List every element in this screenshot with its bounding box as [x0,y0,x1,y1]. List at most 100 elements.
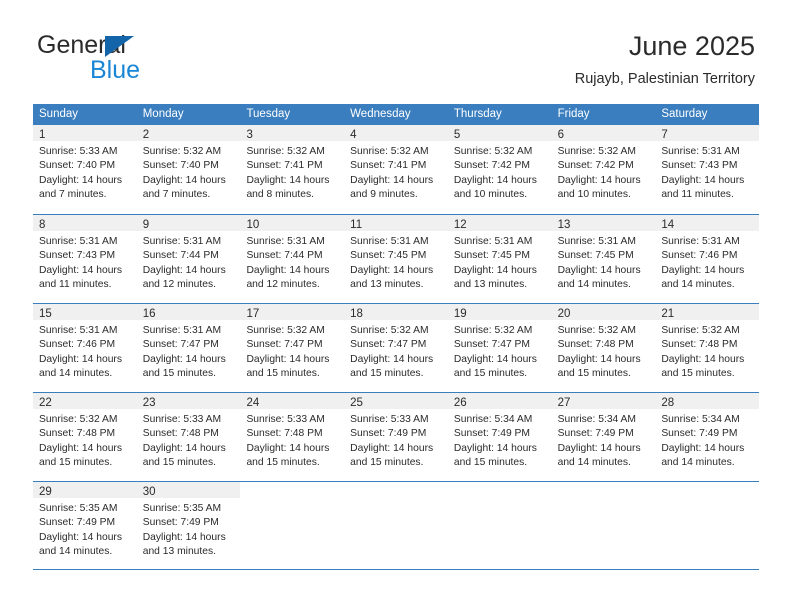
sunrise-text: Sunrise: 5:31 AM [142,325,222,336]
calendar-week-row: 29 Sunrise: 5:35 AM Sunset: 7:49 PM Dayligh… [33,481,760,570]
sunrise-text: Sunrise: 5:32 AM [557,325,637,336]
daylight-text-line2: and 15 minutes. [142,457,216,469]
daylight-text-line2: and 13 minutes. [142,546,216,558]
day-number-band [551,482,656,498]
daylight-text-line1: Daylight: 14 hours [142,531,226,543]
weekday-header-tuesday: Tuesday [246,108,291,120]
day-details: Sunrise: 5:31 AM Sunset: 7:46 PM Daylight:… [655,231,759,293]
daylight-text-line1: Daylight: 14 hours [661,264,745,276]
daylight-text-line1: Daylight: 14 hours [453,174,537,186]
weekday-header-thursday: Thursday [453,108,502,120]
day-number: 27 [557,397,571,409]
day-number: 1 [39,129,46,141]
sunrise-text: Sunrise: 5:31 AM [39,325,118,336]
day-cell[interactable]: 5 Sunrise: 5:32 AM Sunset: 7:42 PM Daylight… [447,125,552,214]
day-cell[interactable]: 22 Sunrise: 5:32 AM Sunset: 7:48 PM Dayligh… [33,393,137,481]
daylight-text-line1: Daylight: 14 hours [246,353,330,365]
day-cell[interactable]: 26 Sunrise: 5:34 AM Sunset: 7:49 PM Dayligh… [447,393,552,481]
daylight-text-line1: Daylight: 14 hours [661,353,745,365]
day-cell[interactable]: 27 Sunrise: 5:34 AM Sunset: 7:49 PM Dayligh… [551,393,656,481]
day-cell[interactable]: 30 Sunrise: 5:35 AM Sunset: 7:49 PM Dayligh… [136,482,241,569]
day-details: Sunrise: 5:33 AM Sunset: 7:40 PM Daylight:… [33,141,137,203]
day-details: Sunrise: 5:32 AM Sunset: 7:40 PM Daylight:… [137,141,241,203]
sunset-text: Sunset: 7:42 PM [453,160,531,172]
daylight-text-line2: and 14 minutes. [661,457,735,469]
day-number: 11 [350,219,363,231]
day-number-band: 22 [33,393,137,409]
daylight-text-line1: Daylight: 14 hours [557,442,641,454]
sunset-text: Sunset: 7:45 PM [350,250,427,262]
day-number: 13 [557,219,571,231]
day-number: 12 [453,219,467,231]
day-cell[interactable]: 8 Sunrise: 5:31 AM Sunset: 7:43 PM Daylight… [33,215,137,303]
daylight-text-line1: Daylight: 14 hours [142,353,226,365]
day-cell[interactable]: 21 Sunrise: 5:32 AM Sunset: 7:48 PM Dayligh… [655,304,760,392]
day-number-band: 8 [33,215,137,231]
day-details: Sunrise: 5:32 AM Sunset: 7:47 PM Daylight:… [344,320,448,382]
day-cell[interactable]: 28 Sunrise: 5:34 AM Sunset: 7:49 PM Dayligh… [655,393,760,481]
day-cell[interactable]: 10 Sunrise: 5:31 AM Sunset: 7:44 PM Dayligh… [240,215,345,303]
day-cell[interactable]: 19 Sunrise: 5:32 AM Sunset: 7:47 PM Dayligh… [447,304,552,392]
day-cell[interactable]: 7 Sunrise: 5:31 AM Sunset: 7:43 PM Daylight… [655,125,760,214]
day-cell[interactable]: 17 Sunrise: 5:32 AM Sunset: 7:47 PM Dayligh… [240,304,345,392]
daylight-text-line2: and 14 minutes. [557,279,631,291]
day-number: 3 [246,129,253,141]
day-cell[interactable]: 20 Sunrise: 5:32 AM Sunset: 7:48 PM Dayligh… [551,304,656,392]
daylight-text-line2: and 15 minutes. [39,457,113,469]
day-details: Sunrise: 5:31 AM Sunset: 7:45 PM Daylight:… [448,231,552,293]
sunrise-text: Sunrise: 5:32 AM [453,325,533,336]
day-number-band: 17 [240,304,345,320]
day-cell[interactable]: 15 Sunrise: 5:31 AM Sunset: 7:46 PM Dayligh… [33,304,137,392]
day-number: 28 [661,397,675,409]
sunset-text: Sunset: 7:43 PM [39,250,116,262]
daylight-text-line2: and 15 minutes. [246,368,320,380]
day-cell[interactable]: 18 Sunrise: 5:32 AM Sunset: 7:47 PM Dayligh… [344,304,448,392]
calendar-week-row: 22 Sunrise: 5:32 AM Sunset: 7:48 PM Dayligh… [33,392,760,481]
day-details: Sunrise: 5:31 AM Sunset: 7:45 PM Daylight:… [344,231,448,293]
day-number-band: 25 [344,393,448,409]
day-cell[interactable]: 16 Sunrise: 5:31 AM Sunset: 7:47 PM Dayligh… [136,304,241,392]
sunrise-text: Sunrise: 5:32 AM [350,146,429,157]
day-cell-empty [551,482,656,569]
sunrise-text: Sunrise: 5:32 AM [661,325,740,336]
sunrise-text: Sunrise: 5:32 AM [246,146,325,157]
daylight-text-line2: and 14 minutes. [39,546,113,558]
location-subtitle: Rujayb, Palestinian Territory [574,71,755,88]
day-cell[interactable]: 29 Sunrise: 5:35 AM Sunset: 7:49 PM Dayligh… [33,482,137,569]
day-cell[interactable]: 12 Sunrise: 5:31 AM Sunset: 7:45 PM Dayligh… [447,215,552,303]
general-blue-logo[interactable]: General Blue [37,33,267,89]
day-number-band [344,482,448,498]
sunrise-text: Sunrise: 5:31 AM [661,236,740,247]
day-details: Sunrise: 5:32 AM Sunset: 7:42 PM Daylight:… [552,141,656,203]
day-cell[interactable]: 13 Sunrise: 5:31 AM Sunset: 7:45 PM Dayligh… [551,215,656,303]
daylight-text-line2: and 12 minutes. [142,279,216,291]
day-cell[interactable]: 11 Sunrise: 5:31 AM Sunset: 7:45 PM Dayligh… [344,215,448,303]
day-cell[interactable]: 24 Sunrise: 5:33 AM Sunset: 7:48 PM Dayligh… [240,393,345,481]
daylight-text-line2: and 10 minutes. [453,189,528,201]
day-cell[interactable]: 3 Sunrise: 5:32 AM Sunset: 7:41 PM Daylight… [240,125,345,214]
weekday-header-wednesday: Wednesday [350,108,411,120]
day-cell[interactable]: 14 Sunrise: 5:31 AM Sunset: 7:46 PM Dayligh… [655,215,760,303]
sunrise-text: Sunrise: 5:34 AM [557,414,637,425]
day-cell[interactable]: 1 Sunrise: 5:33 AM Sunset: 7:40 PM Daylight… [33,125,137,214]
day-cell[interactable]: 9 Sunrise: 5:31 AM Sunset: 7:44 PM Daylight… [136,215,241,303]
daylight-text-line2: and 15 minutes. [350,368,424,380]
day-number: 18 [350,308,363,320]
calendar-week-row: 1 Sunrise: 5:33 AM Sunset: 7:40 PM Daylight… [33,125,760,214]
sunrise-text: Sunrise: 5:33 AM [246,414,325,425]
page-header: General Blue June 2025 Rujayb, Palestini… [0,0,792,100]
sunrise-text: Sunrise: 5:33 AM [350,414,429,425]
sunrise-text: Sunrise: 5:33 AM [39,146,118,157]
day-number-band [447,482,552,498]
day-cell[interactable]: 4 Sunrise: 5:32 AM Sunset: 7:41 PM Daylight… [344,125,448,214]
calendar-weeks: 1 Sunrise: 5:33 AM Sunset: 7:40 PM Daylight… [33,125,760,570]
day-cell[interactable]: 23 Sunrise: 5:33 AM Sunset: 7:48 PM Dayligh… [136,393,241,481]
daylight-text-line1: Daylight: 14 hours [661,174,745,186]
day-cell[interactable]: 2 Sunrise: 5:32 AM Sunset: 7:40 PM Daylight… [136,125,241,214]
day-number: 26 [453,397,467,409]
day-number-band: 16 [136,304,241,320]
day-number: 10 [246,219,260,231]
day-cell[interactable]: 6 Sunrise: 5:32 AM Sunset: 7:42 PM Daylight… [551,125,656,214]
day-details [552,498,656,502]
day-cell[interactable]: 25 Sunrise: 5:33 AM Sunset: 7:49 PM Dayligh… [344,393,448,481]
